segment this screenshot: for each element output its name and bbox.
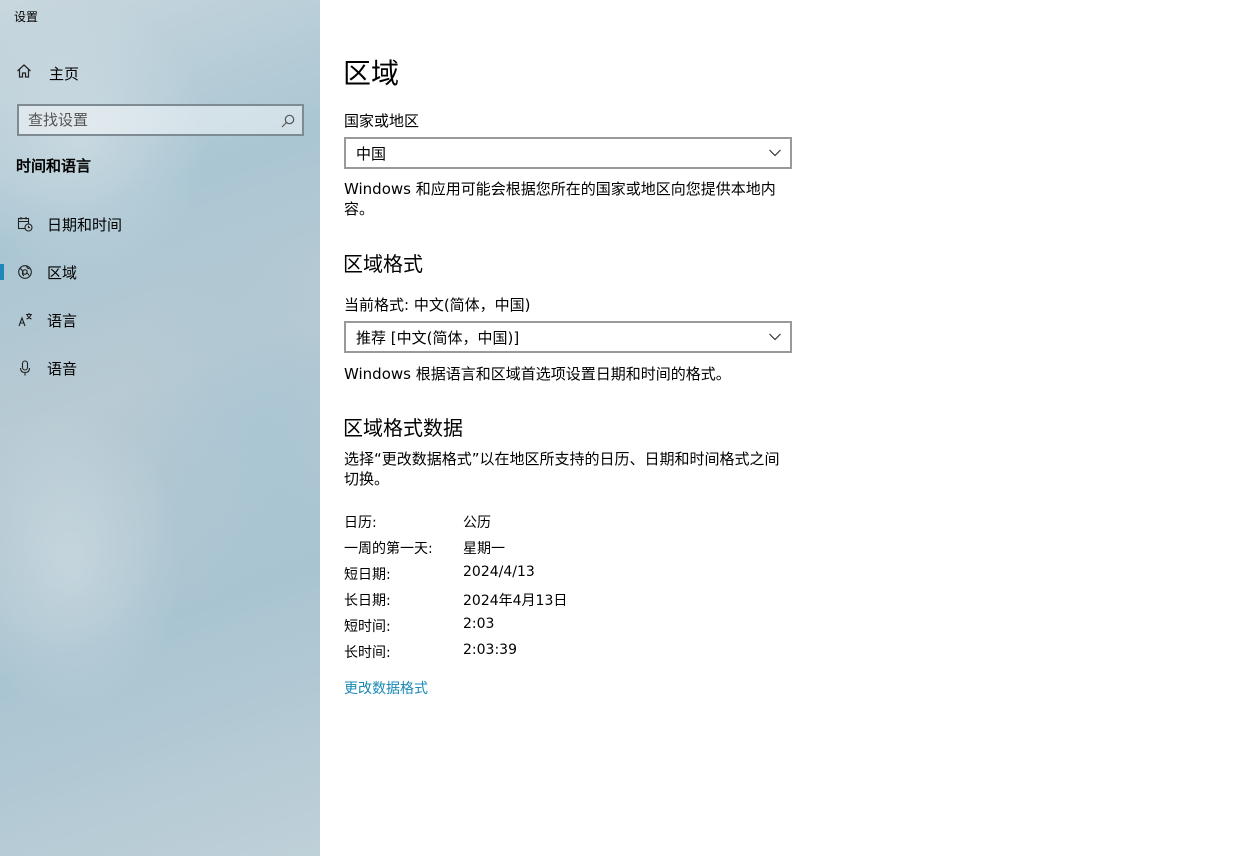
format-row-key: 一周的第一天: bbox=[344, 541, 433, 557]
format-row-value: 公历 bbox=[463, 515, 491, 531]
sidebar-item-speech[interactable]: 语音 bbox=[0, 348, 320, 388]
sidebar-item-language[interactable]: 语言 bbox=[0, 300, 320, 340]
globe-icon bbox=[16, 263, 34, 281]
country-dropdown[interactable]: 中国 bbox=[344, 137, 792, 169]
format-row-key: 日历: bbox=[344, 515, 377, 531]
format-row-key: 长时间: bbox=[344, 645, 391, 661]
home-icon bbox=[16, 63, 32, 83]
regional-format-description: Windows 根据语言和区域首选项设置日期和时间的格式。 bbox=[344, 365, 731, 383]
chevron-down-icon bbox=[769, 149, 781, 157]
country-description: Windows 和应用可能会根据您所在的国家或地区向您提供本地内容。 bbox=[344, 180, 776, 218]
format-row-key: 长日期: bbox=[344, 593, 391, 609]
sidebar: 设置 主页 时间和语言 日期和时间 bbox=[0, 0, 320, 856]
country-dropdown-value: 中国 bbox=[356, 144, 387, 163]
sidebar-item-date-time[interactable]: 日期和时间 bbox=[0, 204, 320, 244]
language-icon bbox=[16, 311, 34, 329]
calendar-clock-icon bbox=[16, 215, 34, 233]
format-row-value: 2:03 bbox=[463, 616, 495, 632]
sidebar-item-label: 区域 bbox=[47, 263, 78, 282]
format-data-heading: 区域格式数据 bbox=[343, 416, 463, 440]
section-title: 时间和语言 bbox=[16, 157, 92, 175]
search-icon[interactable] bbox=[281, 113, 295, 132]
home-button[interactable]: 主页 bbox=[16, 62, 79, 84]
app-title: 设置 bbox=[14, 10, 39, 24]
format-row-long-date: 长日期: 2024年4月13日 bbox=[344, 590, 744, 612]
format-row-short-date: 短日期: 2024/4/13 bbox=[344, 564, 744, 586]
page-title: 区域 bbox=[343, 57, 400, 90]
chevron-down-icon bbox=[769, 333, 781, 341]
format-row-first-day: 一周的第一天: 星期一 bbox=[344, 538, 744, 560]
microphone-icon bbox=[16, 359, 34, 377]
format-row-value: 星期一 bbox=[463, 541, 505, 557]
format-row-value: 2024/4/13 bbox=[463, 564, 535, 580]
format-data-description: 选择“更改数据格式”以在地区所支持的日历、日期和时间格式之间切换。 bbox=[344, 450, 780, 488]
format-row-key: 短日期: bbox=[344, 567, 391, 583]
format-row-calendar: 日历: 公历 bbox=[344, 512, 744, 534]
format-row-short-time: 短时间: 2:03 bbox=[344, 616, 744, 638]
main-content: 区域 国家或地区 中国 Windows 和应用可能会根据您所在的国家或地区向您提… bbox=[320, 0, 1247, 856]
format-row-value: 2024年4月13日 bbox=[463, 593, 568, 609]
sidebar-item-label: 日期和时间 bbox=[47, 215, 123, 234]
search-input[interactable] bbox=[19, 106, 278, 134]
format-row-value: 2:03:39 bbox=[463, 642, 517, 658]
search-box[interactable] bbox=[17, 104, 304, 136]
format-row-long-time: 长时间: 2:03:39 bbox=[344, 642, 744, 664]
home-label: 主页 bbox=[49, 64, 80, 83]
country-label: 国家或地区 bbox=[344, 112, 420, 130]
sidebar-item-label: 语音 bbox=[47, 359, 78, 378]
sidebar-item-region[interactable]: 区域 bbox=[0, 252, 320, 292]
regional-format-dropdown-value: 推荐 [中文(简体，中国)] bbox=[356, 328, 520, 347]
current-format-label: 当前格式: 中文(简体，中国) bbox=[344, 296, 531, 314]
format-row-key: 短时间: bbox=[344, 619, 391, 635]
regional-format-dropdown[interactable]: 推荐 [中文(简体，中国)] bbox=[344, 321, 792, 353]
sidebar-item-label: 语言 bbox=[47, 311, 78, 330]
regional-format-heading: 区域格式 bbox=[343, 252, 423, 276]
change-data-format-link[interactable]: 更改数据格式 bbox=[344, 678, 428, 698]
